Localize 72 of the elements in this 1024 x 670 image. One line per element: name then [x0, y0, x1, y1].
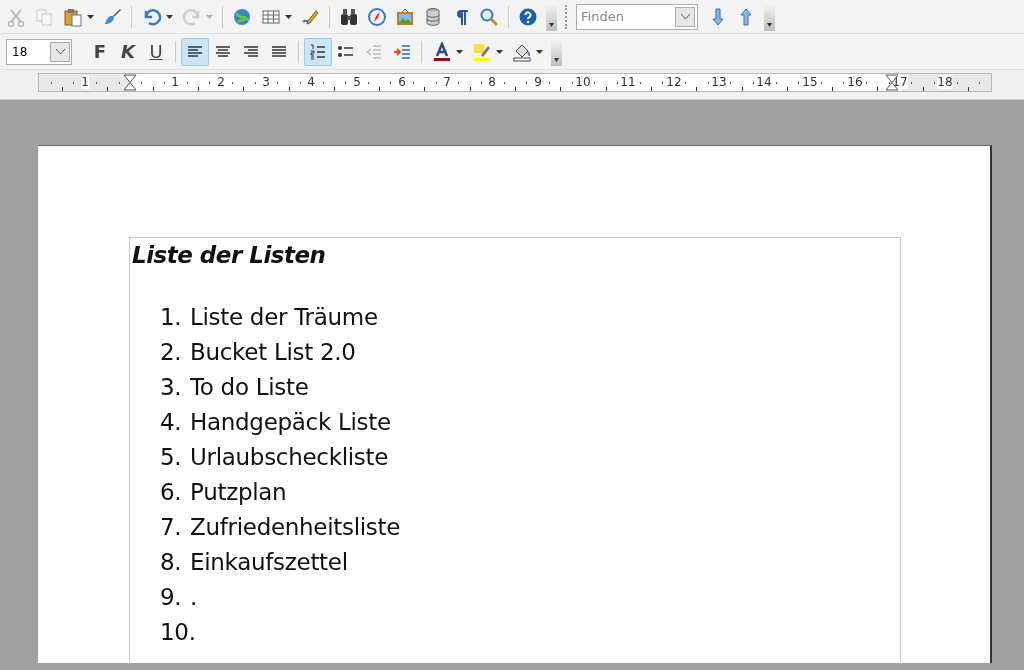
ruler-number: 14 — [756, 75, 772, 89]
align-left-button[interactable] — [181, 37, 209, 66]
list-item: Handgepäck Liste — [190, 408, 392, 437]
highlighter-icon — [472, 41, 492, 62]
ruler-number: 8 — [488, 75, 496, 89]
caret-icon — [285, 14, 292, 19]
ruler-number: 1 — [171, 75, 179, 89]
caret-icon — [496, 49, 503, 54]
ruler-number: 3 — [262, 75, 270, 89]
font-size-field[interactable]: 18 — [6, 38, 72, 65]
list-number: 2. — [160, 338, 183, 367]
caret-icon — [456, 49, 463, 54]
list-item: Einkaufszettel — [190, 548, 349, 577]
globe-icon — [232, 6, 252, 27]
caret-icon — [536, 49, 543, 54]
list-item: Bucket List 2.0 — [190, 338, 357, 367]
list-item: To do Liste — [190, 373, 310, 402]
ruler-number: 1 — [81, 75, 89, 89]
ruler-number: 15 — [802, 75, 818, 89]
font-size-value[interactable]: 18 — [7, 44, 50, 59]
underline-button[interactable]: U — [142, 37, 170, 66]
find-combo-box[interactable]: Finden — [576, 3, 698, 30]
list-number: 4. — [160, 408, 183, 437]
list-item: Liste der Träume — [190, 303, 379, 332]
list-number: 7. — [160, 513, 183, 542]
binoculars-icon — [339, 6, 359, 27]
numbered-list-button[interactable] — [304, 37, 332, 66]
document-heading: Liste der Listen — [132, 242, 327, 268]
undo-icon — [142, 6, 162, 27]
compass-icon — [367, 6, 387, 27]
ruler-number: 13 — [711, 75, 727, 89]
find-field[interactable]: Finden — [577, 9, 675, 24]
ruler-number: 9 — [534, 75, 542, 89]
help-icon — [518, 6, 538, 27]
brush-icon — [102, 6, 122, 27]
caret-icon — [87, 14, 94, 19]
font-color-icon — [432, 41, 452, 62]
chevron-icon — [55, 49, 65, 54]
ruler-number: 2 — [217, 75, 225, 89]
list-item: Zufriedenheitsliste — [190, 513, 402, 542]
ruler-number: 6 — [398, 75, 406, 89]
dropdown-button[interactable] — [675, 6, 695, 27]
list-number: 9. — [160, 583, 183, 612]
list-number: 3. — [160, 373, 183, 402]
ruler-number: 16 — [847, 75, 863, 89]
chevron-icon — [680, 14, 690, 19]
ruler-number: 12 — [666, 75, 682, 89]
ruler-number: 7 — [443, 75, 451, 89]
ruler-number: 5 — [353, 75, 361, 89]
redo-icon — [182, 6, 202, 27]
dropdown-button[interactable] — [50, 41, 70, 62]
numbered-list-icon — [308, 41, 328, 62]
ruler-number: 11 — [620, 75, 636, 89]
caret-icon — [166, 14, 173, 19]
database-icon — [423, 6, 443, 27]
list-number: 5. — [160, 443, 183, 472]
list-item: Putzplan — [190, 478, 288, 507]
ruler-number: 18 — [937, 75, 953, 89]
ruler-number: 10 — [575, 75, 591, 89]
list-number: 1. — [160, 303, 183, 332]
list-item: . — [190, 583, 198, 612]
italic-button[interactable]: K — [114, 37, 142, 66]
ruler-number: 4 — [307, 75, 315, 89]
list-item: Urlaubscheckliste — [190, 443, 390, 472]
bold-button[interactable]: F — [86, 37, 114, 66]
caret-icon — [206, 14, 213, 19]
copy-icon — [34, 6, 54, 27]
framed-image-icon — [395, 6, 415, 27]
magnifier-icon — [479, 6, 499, 27]
list-number: 8. — [160, 548, 183, 577]
list-number: 6. — [160, 478, 183, 507]
clipboard-icon — [63, 6, 83, 27]
